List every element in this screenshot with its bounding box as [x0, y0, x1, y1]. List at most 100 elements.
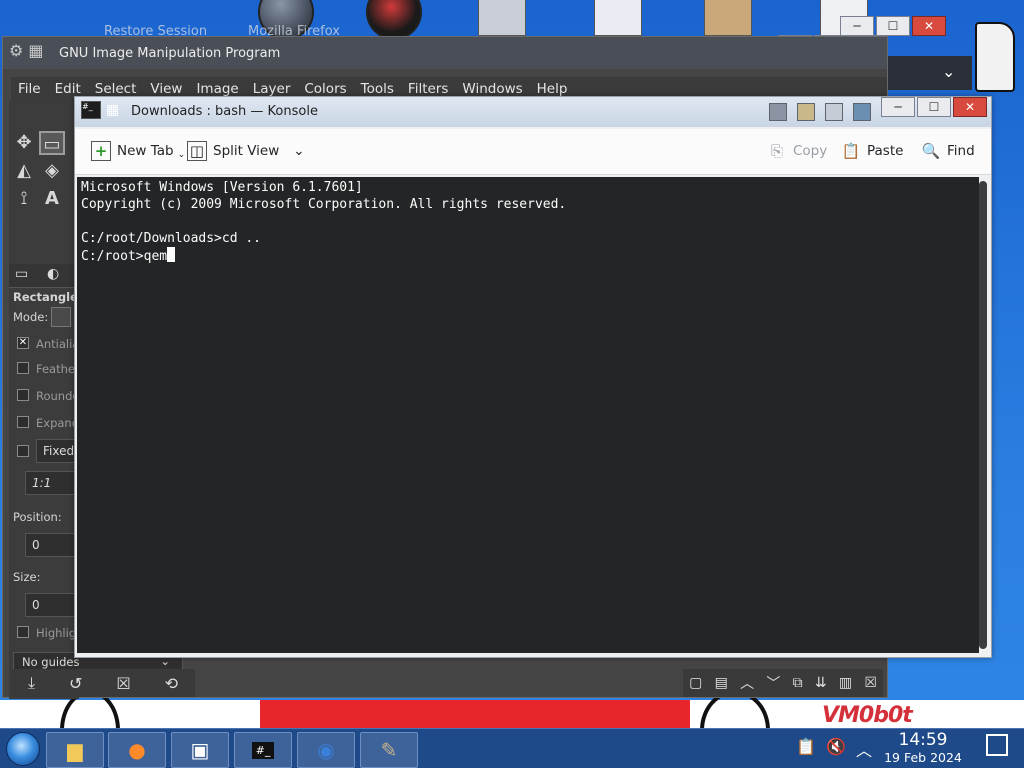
text-tool-icon[interactable]: A: [39, 187, 65, 211]
window-menu-icon[interactable]: ▦: [106, 103, 119, 117]
menu-help[interactable]: Help: [530, 81, 575, 97]
split-view-icon: ◫: [187, 141, 207, 161]
tray-icon-2[interactable]: [797, 103, 815, 121]
wallpaper-red-band: [260, 700, 690, 730]
delete-options-icon[interactable]: ☒: [116, 674, 130, 693]
device-status-tab-icon[interactable]: ◐: [47, 266, 59, 282]
volume-muted-icon[interactable]: 🔇: [826, 737, 846, 756]
menu-colors[interactable]: Colors: [297, 81, 353, 97]
gimp-taskbar-button[interactable]: ✎: [360, 732, 418, 768]
antialias-checkbox[interactable]: ✕: [17, 337, 29, 349]
menu-edit[interactable]: Edit: [48, 81, 88, 97]
konsole-title: Downloads : bash — Konsole: [131, 104, 318, 119]
duplicate-layer-icon[interactable]: ⧉: [793, 675, 803, 691]
folder-icon: ▆: [67, 738, 83, 762]
show-desktop-button[interactable]: [986, 734, 1008, 756]
record-icon: [366, 0, 422, 40]
menu-image[interactable]: Image: [189, 81, 245, 97]
save-options-icon[interactable]: ⤓: [28, 673, 35, 693]
highlight-checkbox[interactable]: [17, 626, 29, 638]
control-panel-icon: ▣: [190, 738, 210, 762]
paste-label: Paste: [867, 143, 904, 159]
bucket-fill-tool-icon[interactable]: ◈: [39, 159, 65, 183]
minimize-icon[interactable]: ─: [840, 16, 874, 36]
clipboard-icon[interactable]: 📋: [796, 737, 816, 756]
paste-icon: 📋: [841, 142, 861, 160]
terminal-icon: #_: [251, 741, 275, 759]
eraser-tool-icon[interactable]: ◭: [11, 159, 37, 183]
clock-time: 14:59: [898, 730, 948, 750]
text-cursor: [167, 247, 176, 262]
rounded-label: Rounde: [36, 389, 80, 403]
terminal-line: Copyright (c) 2009 Microsoft Corporation…: [81, 197, 567, 212]
maximize-icon[interactable]: ☐: [876, 16, 910, 36]
close-icon[interactable]: ✕: [912, 16, 946, 36]
clock[interactable]: 14:59 19 Feb 2024: [878, 730, 968, 766]
firefox-taskbar-button[interactable]: ●: [108, 732, 166, 768]
firefox-tab-strip: [888, 56, 972, 90]
minimize-icon[interactable]: ─: [881, 97, 915, 117]
konsole-window-controls[interactable]: ─ ☐ ✕: [881, 97, 987, 117]
lower-layer-icon[interactable]: ﹀: [766, 673, 780, 693]
chevron-up-icon[interactable]: ︿: [856, 737, 872, 761]
highlight-label: Highlig: [36, 626, 77, 640]
rounded-checkbox[interactable]: [17, 389, 29, 401]
rectangle-select-tool-icon[interactable]: ▭: [39, 131, 65, 155]
file-manager-taskbar-button[interactable]: ▆: [46, 732, 104, 768]
konsole-titlebar[interactable]: #_ ▦ Downloads : bash — Konsole: [75, 97, 991, 127]
ratio-field[interactable]: 1:1: [25, 471, 79, 495]
split-view-button[interactable]: ◫ Split View ⌄: [187, 141, 305, 161]
copy-icon: ⎘: [770, 142, 783, 160]
konsole-toolbar: + New Tab ⌄ ◫ Split View ⌄ ⎘ Copy 📋 Past…: [75, 129, 991, 175]
chevron-down-icon[interactable]: ⌄: [942, 62, 955, 81]
tray-icon-1[interactable]: [769, 103, 787, 121]
new-layer-icon[interactable]: ▢: [689, 675, 702, 691]
gimp-titlebar[interactable]: ⚙ ▦ GNU Image Manipulation Program: [3, 37, 887, 69]
control-panel-taskbar-button[interactable]: ▣: [171, 732, 229, 768]
thunderbird-taskbar-button[interactable]: ◉: [297, 732, 355, 768]
feather-checkbox[interactable]: [17, 362, 29, 374]
menu-view[interactable]: View: [143, 81, 189, 97]
antialias-label: Antialia: [36, 337, 80, 351]
merge-layer-icon[interactable]: ⇊: [815, 675, 827, 691]
move-tool-icon[interactable]: ✥: [11, 131, 37, 155]
maximize-icon[interactable]: ☐: [917, 97, 951, 117]
paste-button[interactable]: 📋 Paste: [841, 141, 904, 161]
size-field[interactable]: 0: [25, 593, 79, 617]
new-group-icon[interactable]: ▤: [715, 675, 728, 691]
menu-file[interactable]: File: [11, 81, 48, 97]
konsole-app-icon[interactable]: #_: [81, 101, 101, 119]
fixed-checkbox[interactable]: [17, 445, 29, 457]
new-tab-button[interactable]: + New Tab ⌄: [91, 141, 185, 161]
raise-layer-icon[interactable]: ︿: [740, 673, 754, 693]
reset-options-icon[interactable]: ⟲: [165, 674, 178, 693]
menu-filters[interactable]: Filters: [401, 81, 455, 97]
menu-windows[interactable]: Windows: [455, 81, 529, 97]
fixed-dropdown[interactable]: Fixed: [36, 439, 78, 463]
menu-select[interactable]: Select: [88, 81, 144, 97]
new-tab-label: New Tab: [117, 143, 174, 159]
copy-button[interactable]: ⎘ Copy: [767, 141, 827, 161]
restore-options-icon[interactable]: ↺: [69, 674, 82, 693]
position-field[interactable]: 0: [25, 533, 79, 557]
terminal-line: Microsoft Windows [Version 6.1.7601]: [81, 180, 363, 195]
expand-checkbox[interactable]: [17, 416, 29, 428]
konsole-taskbar-button[interactable]: #_: [234, 732, 292, 768]
tool-options-tab-icon[interactable]: ▭: [15, 266, 28, 282]
gimp-icon: ✎: [380, 738, 398, 762]
tray-icon-4[interactable]: [853, 103, 871, 121]
position-label: Position:: [13, 510, 62, 524]
delete-layer-icon[interactable]: ☒: [864, 675, 877, 691]
find-button[interactable]: 🔍 Find: [921, 141, 975, 161]
transform-tool-icon[interactable]: ⟟: [11, 187, 37, 211]
terminal-area[interactable]: Microsoft Windows [Version 6.1.7601] Copy…: [77, 177, 979, 653]
terminal-scrollbar[interactable]: [979, 181, 987, 649]
tray-icon-3[interactable]: [825, 103, 843, 121]
start-button[interactable]: [6, 732, 40, 766]
menu-layer[interactable]: Layer: [246, 81, 298, 97]
close-icon[interactable]: ✕: [953, 97, 987, 117]
background-window-controls[interactable]: ─ ☐ ✕: [840, 16, 946, 36]
mode-replace-icon[interactable]: [51, 307, 71, 327]
mask-layer-icon[interactable]: ▥: [839, 675, 852, 691]
menu-tools[interactable]: Tools: [354, 81, 401, 97]
